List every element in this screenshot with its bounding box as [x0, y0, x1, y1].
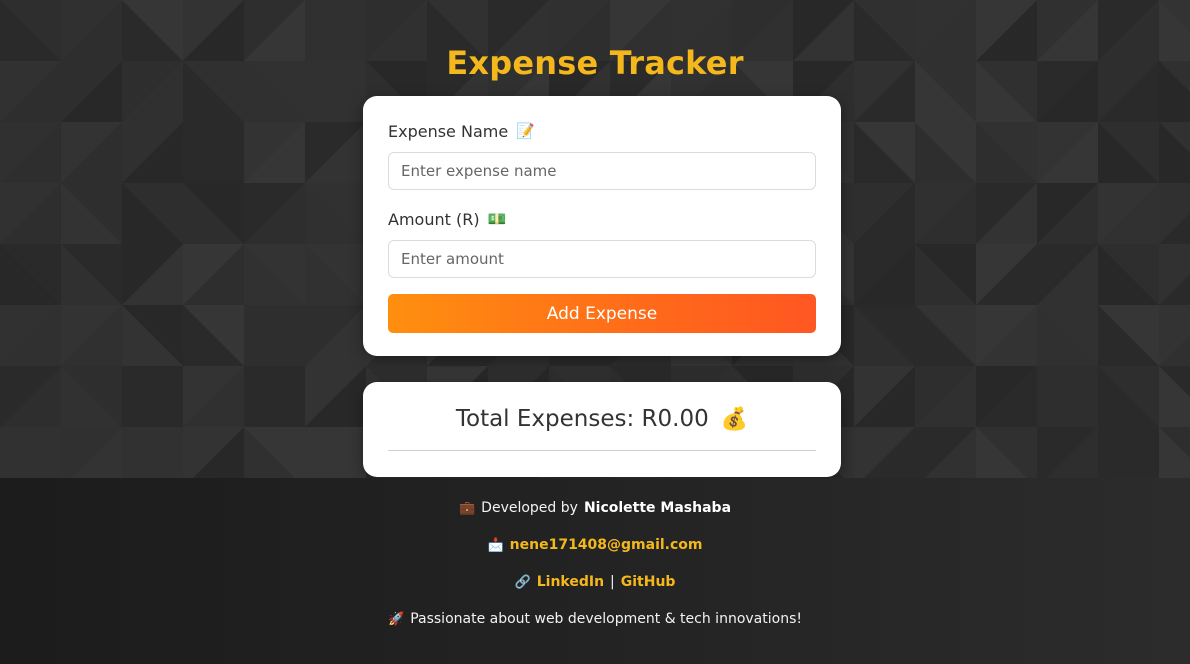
amount-input[interactable] — [388, 240, 816, 278]
link-icon: 🔗 — [514, 574, 531, 590]
total-divider — [388, 450, 816, 451]
footer-links: 🔗 LinkedIn | GitHub — [0, 574, 1190, 590]
footer-developer: 💼 Developed by Nicolette Mashaba — [0, 500, 1190, 516]
total-expenses-text: Total Expenses: R0.00 — [455, 406, 709, 432]
briefcase-icon: 💼 — [458, 500, 476, 516]
email-link[interactable]: nene171408@gmail.com — [510, 537, 703, 553]
amount-label: Amount (R) 💵 — [388, 208, 816, 230]
expense-form-card: Expense Name 📝 Amount (R) 💵 Add Expense — [363, 96, 841, 356]
footer-email: 📩 nene171408@gmail.com — [0, 537, 1190, 553]
footer: 💼 Developed by Nicolette Mashaba 📩 nene1… — [0, 478, 1190, 664]
rocket-icon: 🚀 — [388, 611, 405, 627]
banknote-icon: 💵 — [487, 209, 507, 228]
amount-label-text: Amount (R) — [388, 209, 480, 229]
expense-name-label-text: Expense Name — [388, 121, 509, 141]
expense-name-input[interactable] — [388, 152, 816, 190]
footer-tagline: 🚀 Passionate about web development & tec… — [0, 611, 1190, 627]
add-expense-button[interactable]: Add Expense — [388, 294, 816, 333]
total-card: Total Expenses: R0.00 💰 — [363, 382, 841, 477]
footer-dev-name: Nicolette Mashaba — [583, 500, 732, 516]
money-bag-icon: 💰 — [720, 406, 749, 432]
github-link[interactable]: GitHub — [621, 574, 676, 590]
footer-dev-prefix: Developed by — [481, 500, 578, 516]
page-title: Expense Tracker — [446, 44, 744, 82]
footer-tagline-text: Passionate about web development & tech … — [410, 611, 802, 627]
envelope-icon: 📩 — [487, 537, 504, 553]
total-expenses: Total Expenses: R0.00 💰 — [363, 406, 841, 432]
linkedin-link[interactable]: LinkedIn — [537, 574, 604, 590]
footer-separator: | — [610, 574, 615, 590]
expense-name-label: Expense Name 📝 — [388, 120, 816, 142]
memo-icon: 📝 — [516, 121, 535, 140]
